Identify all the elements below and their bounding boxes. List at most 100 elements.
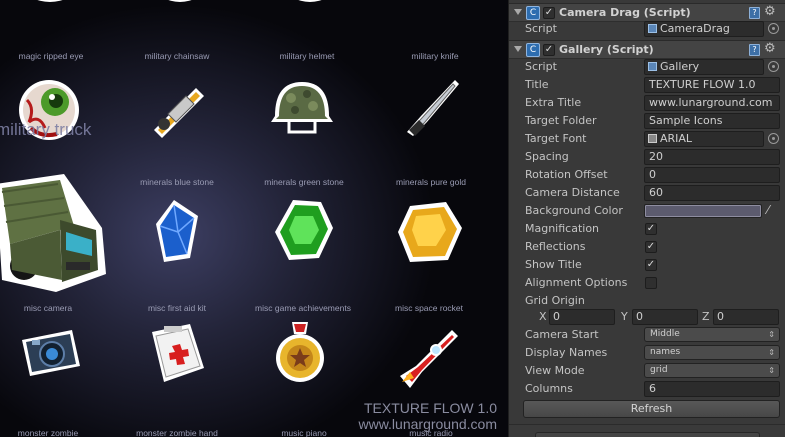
caption-monster-zombie: monster zombie xyxy=(17,428,79,437)
green-stone-icon[interactable] xyxy=(273,198,335,264)
caption-misc-first-aid-kit: misc first aid kit xyxy=(147,303,207,313)
magnification-label: Magnification xyxy=(525,222,600,235)
rotation-offset-label: Rotation Offset xyxy=(525,168,608,181)
gallery-script-field[interactable]: Gallery xyxy=(644,59,764,75)
camera-start-dropdown[interactable]: Middle ⇕ xyxy=(644,327,780,342)
military-truck-icon[interactable] xyxy=(0,170,110,296)
alignment-options-checkbox[interactable] xyxy=(645,277,657,289)
target-folder-input[interactable]: Sample Icons xyxy=(644,113,780,129)
x-axis-label: X xyxy=(539,310,547,323)
columns-label: Columns xyxy=(525,382,573,395)
alignment-options-row: Alignment Options xyxy=(509,274,785,292)
z-axis-label: Z xyxy=(702,310,710,323)
overlay-military-truck-label: military truck xyxy=(0,120,92,139)
gallery-script-row: Script Gallery xyxy=(509,58,785,76)
game-achievement-medal-icon[interactable] xyxy=(274,320,326,390)
y-axis-label: Y xyxy=(621,310,628,323)
object-picker-icon[interactable] xyxy=(768,61,779,72)
military-knife-icon[interactable] xyxy=(401,76,461,138)
watermark-title: TEXTURE FLOW 1.0 xyxy=(363,400,497,416)
reflections-checkbox[interactable]: ✓ xyxy=(645,241,657,253)
spacing-row: Spacing 20 xyxy=(509,148,785,166)
camera-distance-label: Camera Distance xyxy=(525,186,620,199)
object-picker-icon[interactable] xyxy=(768,133,779,144)
caption-military-knife: military knife xyxy=(411,51,459,61)
caption-magic-ripped-eye: magic ripped eye xyxy=(18,51,84,61)
dropdown-arrows-icon: ⇕ xyxy=(768,348,775,357)
grid-origin-z-input[interactable]: 0 xyxy=(713,309,779,325)
display-names-label: Display Names xyxy=(525,346,608,359)
title-label: Title xyxy=(525,78,549,91)
extra-title-input[interactable]: www.lunarground.com xyxy=(644,95,780,111)
reflections-row: Reflections ✓ xyxy=(509,238,785,256)
foldout-arrow-icon[interactable] xyxy=(514,9,522,15)
grid-origin-xyz-row: X 0 Y 0 Z 0 xyxy=(509,308,785,326)
magnification-checkbox[interactable]: ✓ xyxy=(645,223,657,235)
grid-origin-y-input[interactable]: 0 xyxy=(632,309,698,325)
eyedropper-icon[interactable]: ⁄ xyxy=(767,203,769,217)
gallery-component-header[interactable]: C ✓ Gallery (Script) ? ⚙ xyxy=(509,40,785,59)
view-mode-row: View Mode grid ⇕ xyxy=(509,362,785,380)
title-input[interactable]: TEXTURE FLOW 1.0 xyxy=(644,77,780,93)
grid-origin-label: Grid Origin xyxy=(525,294,585,307)
script-label: Script xyxy=(525,22,557,35)
view-mode-label: View Mode xyxy=(525,364,585,377)
blue-stone-icon[interactable] xyxy=(152,198,202,264)
gallery-title: Gallery (Script) xyxy=(559,43,654,56)
camera-start-label: Camera Start xyxy=(525,328,599,341)
rotation-offset-row: Rotation Offset 0 xyxy=(509,166,785,184)
background-color-swatch[interactable] xyxy=(644,204,762,218)
help-book-icon[interactable]: ? xyxy=(749,44,760,56)
grid-origin-x-input[interactable]: 0 xyxy=(549,309,615,325)
refresh-button[interactable]: Refresh xyxy=(523,400,780,418)
gear-icon[interactable]: ⚙ xyxy=(764,41,776,56)
camera-icon[interactable] xyxy=(18,326,82,380)
camera-distance-row: Camera Distance 60 xyxy=(509,184,785,202)
first-aid-kit-icon[interactable] xyxy=(148,322,206,386)
extra-title-label: Extra Title xyxy=(525,96,582,109)
chainsaw-icon-partial[interactable] xyxy=(150,0,210,10)
display-names-dropdown[interactable]: names ⇕ xyxy=(644,345,780,360)
extra-title-row: Extra Title www.lunarground.com xyxy=(509,94,785,112)
caption-music-piano: music piano xyxy=(281,428,327,437)
dropdown-arrows-icon: ⇕ xyxy=(768,330,775,339)
alignment-options-label: Alignment Options xyxy=(525,276,628,289)
knife-icon-partial[interactable] xyxy=(410,0,470,10)
gallery-enabled-checkbox[interactable]: ✓ xyxy=(543,44,555,56)
caption-misc-space-rocket: misc space rocket xyxy=(394,303,464,313)
rotation-offset-input[interactable]: 0 xyxy=(644,167,780,183)
script-component-icon: C xyxy=(526,43,540,57)
camera-drag-enabled-checkbox[interactable]: ✓ xyxy=(543,7,555,19)
gear-icon[interactable]: ⚙ xyxy=(764,4,776,19)
army-helmet-icon[interactable] xyxy=(271,76,333,138)
caption-minerals-pure-gold: minerals pure gold xyxy=(396,177,466,187)
caption-monster-zombie-hand: monster zombie hand xyxy=(136,428,218,437)
inspector-bottom-divider xyxy=(509,424,785,437)
foldout-arrow-icon[interactable] xyxy=(514,46,522,52)
pure-gold-icon[interactable] xyxy=(396,200,464,264)
script-component-icon: C xyxy=(526,6,540,20)
show-title-label: Show Title xyxy=(525,258,582,271)
camera-drag-script-field[interactable]: CameraDrag xyxy=(644,21,764,37)
caption-minerals-blue-stone: minerals blue stone xyxy=(140,177,214,187)
columns-input[interactable]: 6 xyxy=(644,381,780,397)
space-rocket-icon[interactable] xyxy=(396,326,462,388)
chainsaw-icon[interactable] xyxy=(146,78,210,142)
spacing-input[interactable]: 20 xyxy=(644,149,780,165)
view-mode-dropdown[interactable]: grid ⇕ xyxy=(644,363,780,378)
camera-drag-script-row: Script CameraDrag xyxy=(509,20,785,38)
add-component-button-partial[interactable] xyxy=(535,432,760,437)
display-names-row: Display Names names ⇕ xyxy=(509,344,785,362)
camera-distance-input[interactable]: 60 xyxy=(644,185,780,201)
gallery-viewport[interactable]: magic ripped eye military chainsaw milit… xyxy=(0,0,508,437)
target-font-field[interactable]: ARIAL xyxy=(644,131,764,147)
camera-start-row: Camera Start Middle ⇕ xyxy=(509,326,785,344)
dropdown-arrows-icon: ⇕ xyxy=(768,366,775,375)
show-title-checkbox[interactable]: ✓ xyxy=(645,259,657,271)
object-picker-icon[interactable] xyxy=(768,23,779,34)
caption-military-chainsaw: military chainsaw xyxy=(144,51,210,61)
magic-eye-icon-partial[interactable] xyxy=(20,0,80,10)
caption-minerals-green-stone: minerals green stone xyxy=(264,177,344,187)
helmet-icon-partial[interactable] xyxy=(280,0,340,10)
help-book-icon[interactable]: ? xyxy=(749,7,760,19)
